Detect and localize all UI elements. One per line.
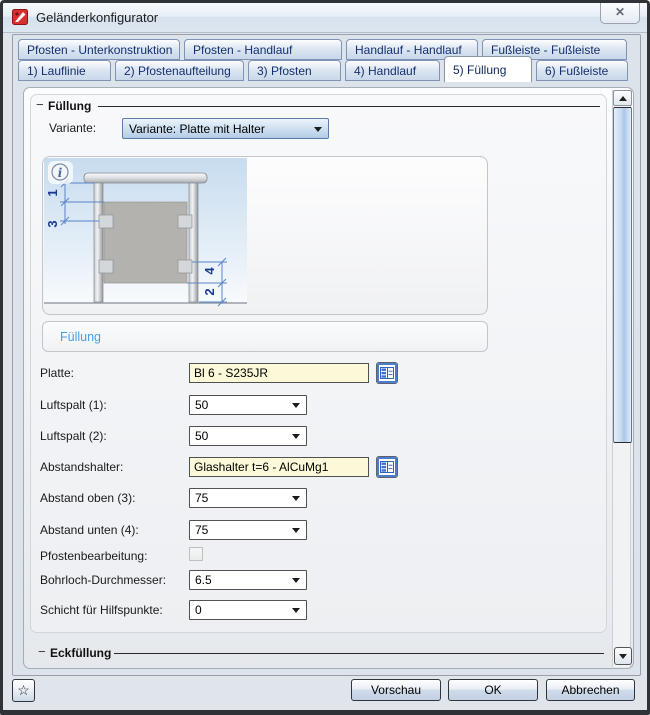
abstand-unten-4-label: Abstand unten (4): (40, 523, 139, 537)
abstand-oben-3-value: 75 (195, 491, 208, 505)
scroll-up-icon (619, 96, 627, 101)
tab-pfosten-handlauf[interactable]: Pfosten - Handlauf (184, 39, 342, 60)
chevron-down-icon (292, 528, 300, 533)
luftspalt-1-label: Luftspalt (1): (40, 398, 107, 412)
abstandshalter-field[interactable] (189, 457, 369, 477)
chevron-down-icon (292, 403, 300, 408)
pfostenbearbeitung-label: Pfostenbearbeitung: (40, 549, 147, 563)
app-icon (12, 9, 28, 25)
collapse-toggle-icon[interactable]: − (36, 97, 44, 112)
vorschau-button[interactable]: Vorschau (351, 679, 441, 701)
chevron-down-icon (292, 434, 300, 439)
preview-caption: Füllung (60, 330, 101, 344)
schicht-hilfspunkte-dropdown[interactable]: 0 (189, 600, 307, 620)
tab-step-6[interactable]: 6) Fußleiste (536, 60, 628, 81)
luftspalt-2-dropdown[interactable]: 50 (189, 426, 307, 446)
footer-bar: ☆ Vorschau OK Abbrechen (3, 674, 647, 710)
chevron-down-icon (292, 608, 300, 613)
scrollbar-thumb[interactable] (613, 107, 632, 443)
luftspalt-2-label: Luftspalt (2): (40, 429, 107, 443)
variante-combobox[interactable]: Variante: Platte mit Halter (122, 118, 329, 139)
luftspalt-1-dropdown[interactable]: 50 (189, 395, 307, 415)
section-eckfuellung-header: − Eckfüllung (24, 646, 633, 662)
tab-step-1[interactable]: 1) Lauflinie (18, 60, 111, 81)
dim-label-2: 2 (202, 288, 217, 295)
bohrloch-durchmesser-dropdown[interactable]: 6.5 (189, 570, 307, 590)
bohrloch-durchmesser-label: Bohrloch-Durchmesser: (40, 573, 166, 587)
window-title: Geländerkonfigurator (36, 10, 158, 25)
vertical-scrollbar[interactable] (612, 90, 631, 667)
tab-step-4[interactable]: 4) Handlauf (345, 60, 440, 81)
section-fuellung-title: Füllung (48, 99, 91, 113)
content-frame: Pfosten - UnterkonstruktionPfosten - Han… (12, 34, 641, 676)
tab-step-5[interactable]: 5) Füllung (444, 56, 532, 82)
tab-pfosten-unterkonstruktion[interactable]: Pfosten - Unterkonstruktion (18, 39, 180, 60)
svg-text:i: i (58, 166, 63, 180)
chevron-down-icon (292, 578, 300, 583)
chevron-down-icon (292, 496, 300, 501)
scroll-down-button[interactable] (614, 647, 632, 665)
abstand-oben-3-dropdown[interactable]: 75 (189, 488, 307, 508)
tab-row-connections: Pfosten - UnterkonstruktionPfosten - Han… (18, 39, 635, 60)
schicht-hilfspunkte-value: 0 (195, 603, 202, 617)
dim-label-4: 4 (202, 267, 217, 275)
section-eckfuellung-title: Eckfüllung (50, 646, 111, 660)
tab-step-2[interactable]: 2) Pfostenaufteilung (115, 60, 244, 81)
schicht-hilfspunkte-label: Schicht für Hilfspunkte: (40, 603, 163, 617)
abstandshalter-table-button[interactable] (376, 456, 398, 478)
section-fuellung-header: − Füllung (24, 99, 633, 115)
close-button[interactable]: ✕ (600, 3, 640, 24)
table-icon (380, 367, 394, 379)
luftspalt-1-value: 50 (195, 398, 208, 412)
preview-container: 1 3 4 2 (42, 156, 488, 315)
abstand-oben-3-label: Abstand oben (3): (40, 491, 135, 505)
railing-preview-image: 1 3 4 2 (44, 158, 247, 310)
table-icon (380, 461, 394, 473)
info-icon: i (48, 161, 73, 184)
platte-table-button[interactable] (376, 362, 398, 384)
variante-label: Variante: (49, 121, 96, 135)
scroll-down-icon (619, 654, 627, 659)
favorite-button[interactable]: ☆ (12, 679, 35, 702)
dim-label-1: 1 (45, 189, 60, 196)
platte-field[interactable] (189, 363, 369, 383)
chevron-down-icon (314, 127, 322, 132)
dim-label-3: 3 (45, 220, 60, 227)
platte-label: Platte: (40, 366, 74, 380)
scroll-up-button[interactable] (613, 90, 632, 106)
post-right (189, 183, 198, 302)
section-rule (98, 106, 600, 107)
variante-value: Variante: Platte mit Halter (129, 122, 265, 136)
section-rule (114, 653, 604, 654)
tab-step-3[interactable]: 3) Pfosten (248, 60, 341, 81)
preview-caption-box: Füllung (42, 321, 488, 352)
abstandshalter-label: Abstandshalter: (40, 460, 123, 474)
ok-button[interactable]: OK (448, 679, 538, 701)
post-left (94, 183, 103, 302)
bohrloch-durchmesser-value: 6.5 (195, 573, 212, 587)
infill-plate (104, 202, 187, 283)
abstand-unten-4-dropdown[interactable]: 75 (189, 520, 307, 540)
abbrechen-button[interactable]: Abbrechen (546, 679, 635, 701)
luftspalt-2-value: 50 (195, 429, 208, 443)
abstand-unten-4-value: 75 (195, 523, 208, 537)
tab-row-steps: 1) Lauflinie2) Pfostenaufteilung3) Pfost… (18, 60, 635, 81)
dialog-window: Geländerkonfigurator ✕ Pfosten - Unterko… (0, 0, 650, 715)
fuellung-panel: − Füllung Variante: Variante: Platte mit… (23, 87, 634, 669)
pfostenbearbeitung-checkbox[interactable] (189, 547, 203, 561)
handrail (84, 173, 207, 183)
collapse-toggle-icon[interactable]: − (38, 644, 46, 659)
title-bar: Geländerkonfigurator ✕ (3, 3, 647, 33)
